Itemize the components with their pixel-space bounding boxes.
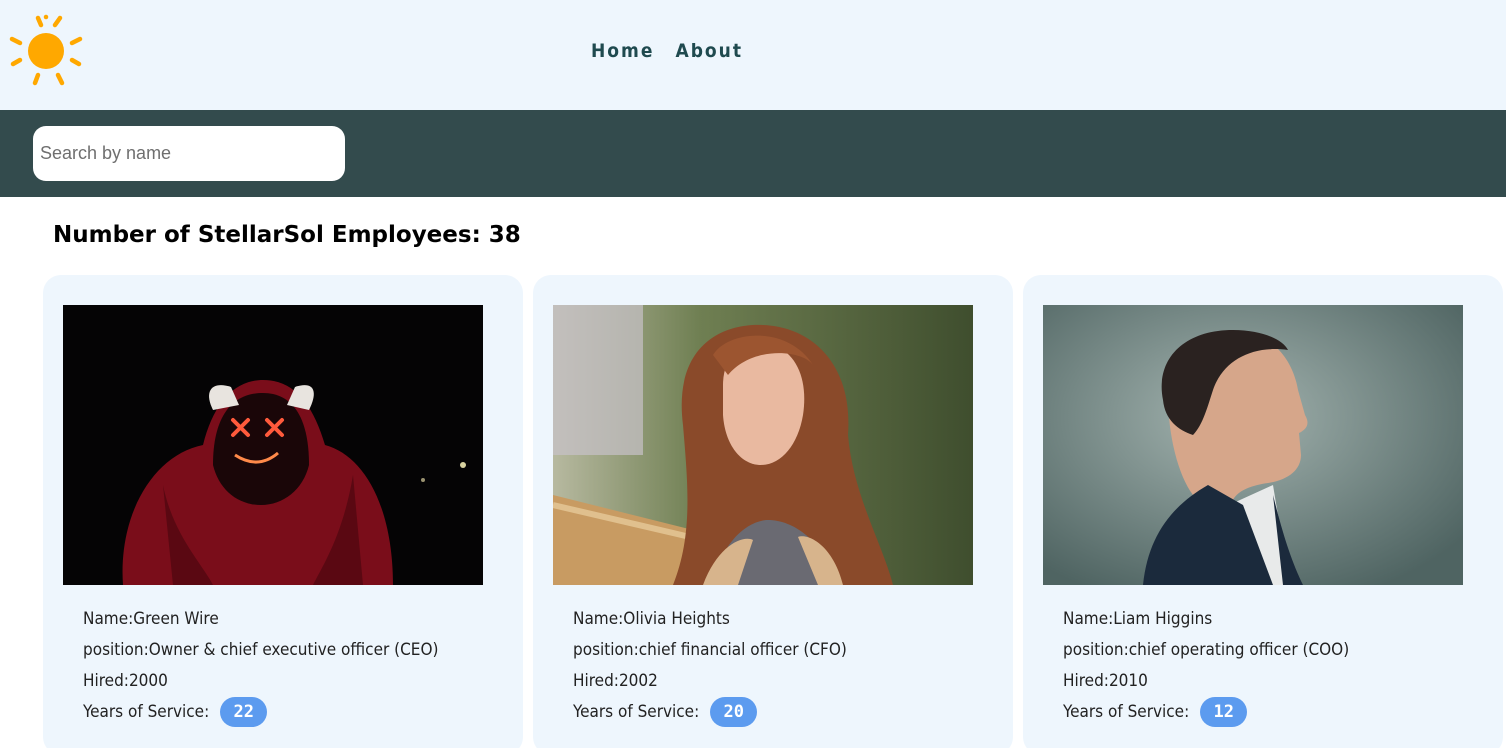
top-header: Home About xyxy=(0,0,1506,110)
employee-card: Name:Liam Higgins position:chief operati… xyxy=(1023,275,1503,748)
search-bar xyxy=(0,110,1506,197)
employee-name: Name:Olivia Heights xyxy=(573,609,730,629)
years-of-service-label: Years of Service: xyxy=(83,702,210,722)
employee-info: Name:Green Wire position:Owner & chief e… xyxy=(83,607,438,731)
employee-photo xyxy=(63,305,483,585)
employee-position: position:chief operating officer (COO) xyxy=(1063,640,1350,660)
employee-hired: Hired:2010 xyxy=(1063,671,1148,691)
employee-card: Name:Olivia Heights position:chief finan… xyxy=(533,275,1013,748)
employee-card: Name:Green Wire position:Owner & chief e… xyxy=(43,275,523,748)
main-nav: Home About xyxy=(591,40,743,62)
sun-icon[interactable] xyxy=(8,13,84,89)
employee-position: position:Owner & chief executive officer… xyxy=(83,640,439,660)
employee-count-heading: Number of StellarSol Employees: 38 xyxy=(53,222,521,248)
employee-photo xyxy=(1043,305,1463,585)
employee-photo xyxy=(553,305,973,585)
employee-name: Name:Liam Higgins xyxy=(1063,609,1213,629)
employee-hired: Hired:2002 xyxy=(573,671,658,691)
employee-name: Name:Green Wire xyxy=(83,609,219,629)
employee-info: Name:Liam Higgins position:chief operati… xyxy=(1063,607,1349,731)
employee-hired: Hired:2000 xyxy=(83,671,168,691)
nav-about-link[interactable]: About xyxy=(675,40,743,62)
employee-position: position:chief financial officer (CFO) xyxy=(573,640,847,660)
nav-home-link[interactable]: Home xyxy=(591,40,654,62)
years-of-service-badge: 22 xyxy=(220,697,268,727)
search-input[interactable] xyxy=(33,126,345,181)
years-of-service-badge: 20 xyxy=(710,697,758,727)
years-of-service-label: Years of Service: xyxy=(1063,702,1190,722)
employee-info: Name:Olivia Heights position:chief finan… xyxy=(573,607,847,731)
years-of-service-badge: 12 xyxy=(1200,697,1248,727)
years-of-service-label: Years of Service: xyxy=(573,702,700,722)
